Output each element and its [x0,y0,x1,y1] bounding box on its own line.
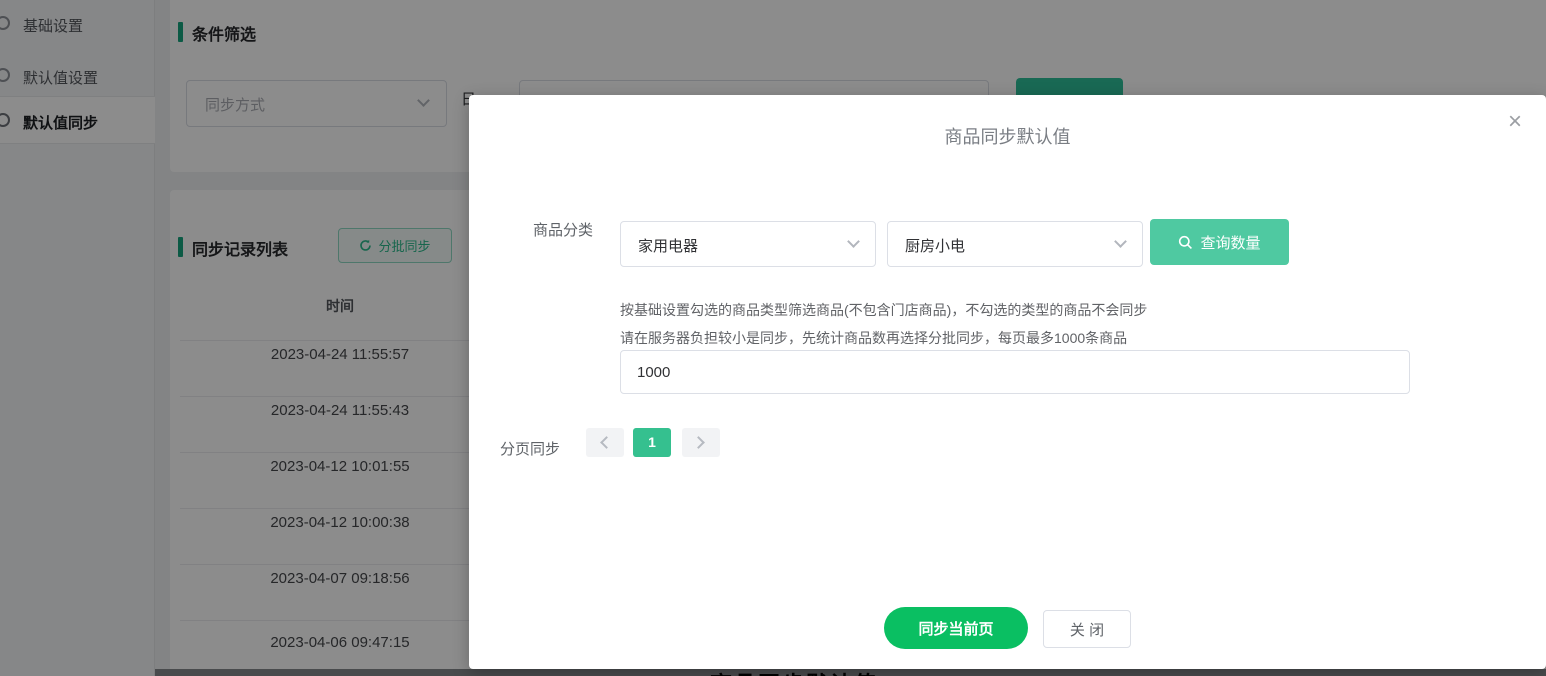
category-level2-select[interactable]: 厨房小电 [887,221,1143,267]
pagination-prev-button[interactable] [586,428,624,457]
pagination-label: 分页同步 [500,441,561,458]
category-level2-value: 厨房小电 [905,238,966,255]
chevron-left-icon [600,436,613,449]
product-sync-dialog: × 商品同步默认值 商品分类 家用电器 厨房小电 查询数量 按基础设置勾选的商品… [469,95,1546,669]
chevron-down-icon [847,235,860,248]
pagination-page-1[interactable]: 1 [633,428,671,457]
chevron-down-icon [1114,235,1127,248]
query-count-button[interactable]: 查询数量 [1150,219,1289,265]
category-label: 商品分类 [533,222,594,239]
hint-line-1: 按基础设置勾选的商品类型筛选商品(不包含门店商品)，不勾选的类型的商品不会同步 [620,302,1148,318]
page-size-input[interactable] [620,350,1410,394]
chevron-right-icon [692,436,705,449]
pagination-next-button[interactable] [682,428,720,457]
page-root: 基础设置 默认值设置 默认值同步 条件筛选 同步方式 日 [0,0,1546,676]
category-level1-select[interactable]: 家用电器 [620,221,876,267]
dialog-title: 商品同步默认值 [944,127,1071,147]
search-icon [1179,235,1193,249]
hint-line-2: 请在服务器负担较小是同步，先统计商品数再选择分批同步，每页最多1000条商品 [620,330,1128,346]
category-level1-value: 家用电器 [638,238,699,255]
query-count-label: 查询数量 [1200,234,1261,252]
sync-current-page-button[interactable]: 同步当前页 [884,607,1028,649]
close-dialog-button[interactable]: 关 闭 [1043,610,1131,648]
